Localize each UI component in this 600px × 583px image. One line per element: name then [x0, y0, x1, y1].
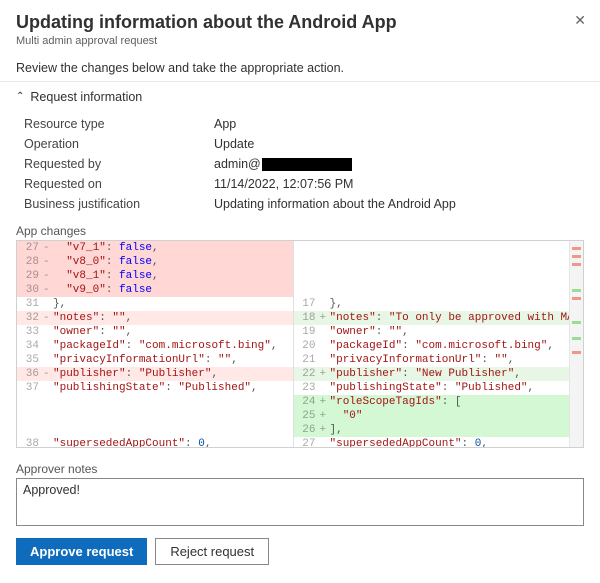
diff-line: 17},: [294, 297, 570, 311]
diff-line: [17, 395, 293, 409]
dialog-header: Updating information about the Android A…: [0, 0, 600, 55]
request-info-table: Resource type App Operation Update Reque…: [0, 112, 600, 216]
close-icon[interactable]: ✕: [574, 12, 586, 29]
value-resource-type: App: [214, 117, 576, 131]
page-title: Updating information about the Android A…: [16, 12, 584, 33]
diff-line: [294, 255, 570, 269]
diff-line: 22+"publisher": "New Publisher",: [294, 367, 570, 381]
app-changes-label: App changes: [0, 216, 600, 240]
diff-line: 37"publishingState": "Published",: [17, 381, 293, 395]
redacted-block: [262, 158, 352, 171]
diff-line: 31},: [17, 297, 293, 311]
diff-line: 18+"notes": "To only be approved with MA…: [294, 311, 570, 325]
diff-pane-modified[interactable]: 17},18+"notes": "To only be approved wit…: [294, 241, 570, 447]
action-buttons: Approve request Reject request: [0, 526, 600, 581]
value-operation: Update: [214, 137, 576, 151]
section-title: Request information: [30, 90, 142, 104]
diff-viewer: 27- "v7_1": false,28- "v8_0": false,29- …: [16, 240, 584, 448]
diff-line: 20"packageId": "com.microsoft.bing",: [294, 339, 570, 353]
diff-line: 36-"publisher": "Publisher",: [17, 367, 293, 381]
diff-line: 24+"roleScopeTagIds": [: [294, 395, 570, 409]
instruction-text: Review the changes below and take the ap…: [0, 55, 600, 82]
value-justification: Updating information about the Android A…: [214, 197, 576, 211]
diff-line: [294, 241, 570, 255]
diff-line: 27- "v7_1": false,: [17, 241, 293, 255]
label-requested-by: Requested by: [24, 157, 214, 171]
diff-line: 35"privacyInformationUrl": "",: [17, 353, 293, 367]
reject-button[interactable]: Reject request: [155, 538, 269, 565]
value-requested-on: 11/14/2022, 12:07:56 PM: [214, 177, 576, 191]
diff-line: 32-"notes": "",: [17, 311, 293, 325]
diff-line: [294, 283, 570, 297]
diff-line: 28- "v8_0": false,: [17, 255, 293, 269]
chevron-up-icon: ⌃: [16, 91, 24, 102]
diff-line: 33"owner": "",: [17, 325, 293, 339]
diff-pane-original[interactable]: 27- "v7_1": false,28- "v8_0": false,29- …: [17, 241, 294, 447]
diff-line: 27"supersededAppCount": 0,: [294, 437, 570, 447]
approve-button[interactable]: Approve request: [16, 538, 147, 565]
label-requested-on: Requested on: [24, 177, 214, 191]
diff-line: 34"packageId": "com.microsoft.bing",: [17, 339, 293, 353]
diff-minimap[interactable]: [569, 241, 583, 447]
section-toggle-request-info[interactable]: ⌃ Request information: [0, 82, 600, 112]
diff-line: 26+],: [294, 423, 570, 437]
diff-line: 25+ "0": [294, 409, 570, 423]
value-requested-by: admin@: [214, 157, 576, 171]
label-justification: Business justification: [24, 197, 214, 211]
approver-notes-input[interactable]: Approved!: [16, 478, 584, 526]
diff-line: [17, 409, 293, 423]
label-operation: Operation: [24, 137, 214, 151]
value-requested-by-text: admin@: [214, 157, 261, 171]
diff-line: 21"privacyInformationUrl": "",: [294, 353, 570, 367]
approver-notes-label: Approver notes: [0, 448, 600, 478]
diff-line: 29- "v8_1": false,: [17, 269, 293, 283]
page-subtitle: Multi admin approval request: [16, 35, 584, 47]
label-resource-type: Resource type: [24, 117, 214, 131]
diff-line: 30- "v9_0": false: [17, 283, 293, 297]
diff-line: 38"supersededAppCount": 0,: [17, 437, 293, 447]
diff-line: [294, 269, 570, 283]
diff-line: 19"owner": "",: [294, 325, 570, 339]
diff-line: 23"publishingState": "Published",: [294, 381, 570, 395]
diff-line: [17, 423, 293, 437]
